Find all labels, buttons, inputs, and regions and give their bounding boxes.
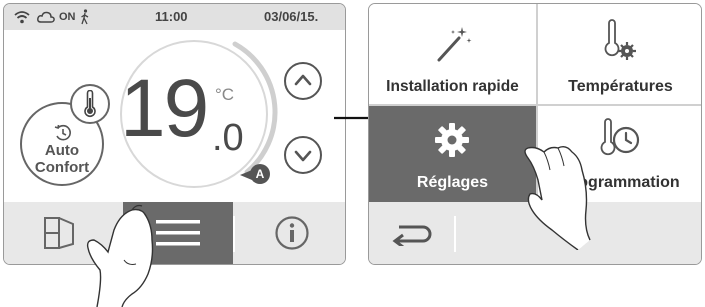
tile-quick-install[interactable]: Installation rapide bbox=[369, 4, 536, 104]
on-label: ON bbox=[59, 11, 76, 23]
tile-quick-install-label: Installation rapide bbox=[386, 78, 519, 95]
back-arrow-icon bbox=[392, 225, 432, 246]
chevron-up-icon bbox=[294, 74, 312, 86]
nav-info-button[interactable] bbox=[235, 202, 345, 264]
thermometer-clock-icon bbox=[600, 118, 640, 156]
tile-temperatures-label: Températures bbox=[568, 78, 673, 95]
clock-icon bbox=[54, 124, 71, 141]
window-door-icon bbox=[44, 217, 74, 249]
chevron-down-icon bbox=[294, 150, 312, 162]
info-icon bbox=[275, 216, 309, 250]
thermometer-gear-icon bbox=[604, 19, 636, 60]
person-walking-icon bbox=[81, 9, 89, 25]
mode-label-line2: Confort bbox=[34, 159, 90, 176]
status-bar: ON 11:00 03/06/15. bbox=[4, 4, 345, 30]
status-time: 11:00 bbox=[155, 9, 188, 24]
thermometer-icon bbox=[84, 90, 96, 118]
cloud-icon bbox=[37, 11, 55, 23]
arc-marker-label: A bbox=[255, 167, 265, 181]
thermometer-badge bbox=[70, 84, 110, 124]
temperature-up-button[interactable] bbox=[284, 62, 322, 100]
magic-wand-icon bbox=[437, 27, 472, 62]
gear-icon bbox=[435, 123, 469, 157]
hand-pointer-illustration bbox=[524, 145, 591, 250]
arc-marker-badge: A bbox=[250, 164, 270, 184]
temperature-decimal: .0 bbox=[212, 117, 244, 159]
status-date: 03/06/15. bbox=[264, 9, 319, 24]
mode-label-line1: Auto bbox=[44, 142, 80, 159]
wifi-icon bbox=[14, 11, 30, 24]
back-button[interactable] bbox=[369, 202, 454, 264]
temperature-integer: 19 bbox=[120, 63, 209, 154]
hand-pointer-illustration bbox=[86, 204, 154, 307]
temperature-value: 19 bbox=[120, 68, 209, 150]
menu-bottom-separator bbox=[454, 216, 456, 252]
temperature-down-button[interactable] bbox=[284, 136, 322, 174]
temperature-unit: °C bbox=[215, 85, 235, 104]
tile-temperatures[interactable]: Températures bbox=[538, 4, 701, 104]
